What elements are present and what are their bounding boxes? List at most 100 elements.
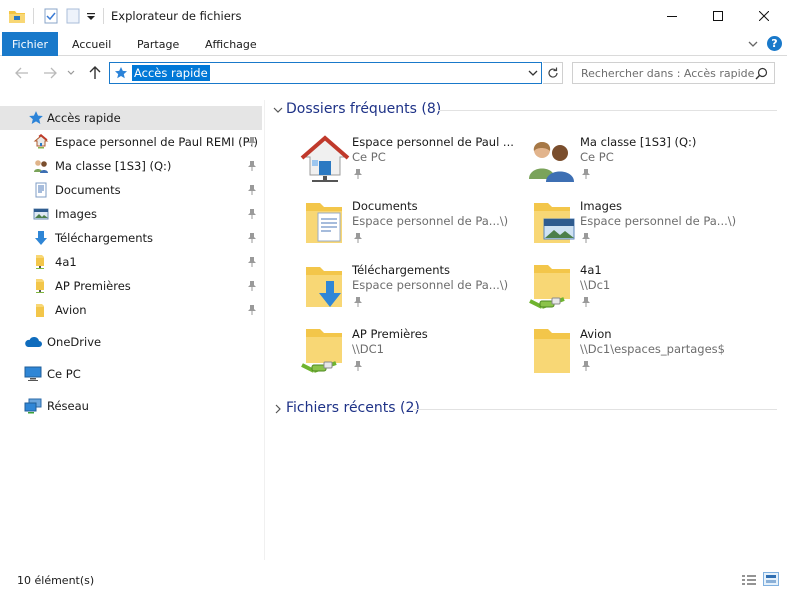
nav-item-images[interactable]: Images xyxy=(0,202,262,226)
maximize-button[interactable] xyxy=(695,0,741,32)
customize-toolbar-icon[interactable] xyxy=(86,8,96,24)
star-icon xyxy=(29,111,43,124)
nav-label: Réseau xyxy=(47,399,89,413)
images-folder-icon xyxy=(534,203,575,243)
pin-icon[interactable] xyxy=(580,360,592,372)
minimize-button[interactable] xyxy=(649,0,695,32)
pane-divider[interactable] xyxy=(264,100,265,560)
documents-folder-icon xyxy=(306,203,342,243)
refresh-button[interactable] xyxy=(543,62,563,84)
images-icon xyxy=(33,208,49,220)
nav-item-ap-premieres[interactable]: AP Premières xyxy=(0,274,262,298)
nav-item-avion[interactable]: Avion xyxy=(0,298,262,322)
details-view-icon xyxy=(742,575,756,585)
pin-icon[interactable] xyxy=(246,304,258,316)
tiles-view-button[interactable] xyxy=(763,572,779,586)
refresh-icon xyxy=(547,67,558,78)
recent-locations-button[interactable] xyxy=(64,64,78,82)
pin-icon[interactable] xyxy=(246,160,258,172)
cloud-icon xyxy=(25,336,42,347)
nav-item-telechargements[interactable]: Téléchargements xyxy=(0,226,262,250)
window-title: Explorateur de fichiers xyxy=(111,9,242,23)
nav-label: AP Premières xyxy=(55,279,131,293)
pin-icon[interactable] xyxy=(246,256,258,268)
nav-item-espace-personnel[interactable]: Espace personnel de Paul REMI (P:) xyxy=(0,130,262,154)
tile-ap-premieres[interactable]: AP Premières \\DC1 xyxy=(298,325,518,385)
close-button[interactable] xyxy=(741,0,787,32)
nav-item-reseau[interactable]: Réseau xyxy=(0,394,262,418)
help-button[interactable]: ? xyxy=(767,36,782,51)
qa-divider xyxy=(33,8,34,24)
pin-icon[interactable] xyxy=(246,136,258,148)
nav-label: OneDrive xyxy=(47,335,102,349)
new-folder-icon[interactable] xyxy=(65,7,81,25)
search-placeholder[interactable]: Rechercher dans : Accès rapide xyxy=(581,67,754,80)
nav-item-documents[interactable]: Documents xyxy=(0,178,262,202)
tab-accueil[interactable]: Accueil xyxy=(72,32,111,56)
tile-images[interactable]: Images Espace personnel de Pa...\) xyxy=(526,197,746,257)
chevron-down-icon[interactable] xyxy=(528,69,538,77)
tile-espace-personnel[interactable]: Espace personnel de Paul ... Ce PC xyxy=(298,133,518,193)
pin-icon[interactable] xyxy=(352,232,364,244)
group-header-frequent[interactable]: Dossiers fréquents (8) xyxy=(286,101,441,117)
download-icon xyxy=(35,231,47,245)
properties-icon[interactable] xyxy=(43,7,59,25)
address-path[interactable]: Accès rapide xyxy=(132,65,210,81)
tile-telechargements[interactable]: Téléchargements Espace personnel de Pa..… xyxy=(298,261,518,321)
tile-location: Ce PC xyxy=(580,150,614,164)
nav-item-ma-classe[interactable]: Ma classe [1S3] (Q:) xyxy=(0,154,262,178)
expand-group-icon[interactable] xyxy=(272,403,284,415)
tile-avion[interactable]: Avion \\Dc1\espaces_partages$ xyxy=(526,325,746,385)
group-separator xyxy=(413,409,777,410)
navigation-pane: Accès rapide Espace personnel de Paul RE… xyxy=(0,100,263,560)
tab-partage[interactable]: Partage xyxy=(137,32,179,56)
nav-item-onedrive[interactable]: OneDrive xyxy=(0,330,262,354)
network-icon xyxy=(24,398,42,414)
pin-icon[interactable] xyxy=(580,232,592,244)
nav-item-4a1[interactable]: 4a1 xyxy=(0,250,262,274)
pin-icon[interactable] xyxy=(580,168,592,180)
nav-item-ce-pc[interactable]: Ce PC xyxy=(0,362,262,386)
pin-icon[interactable] xyxy=(352,168,364,180)
tab-affichage[interactable]: Affichage xyxy=(205,32,257,56)
folder-icon xyxy=(36,304,44,317)
tab-fichier[interactable]: Fichier xyxy=(2,32,58,56)
users-icon xyxy=(529,142,574,182)
tile-name: Espace personnel de Paul ... xyxy=(352,135,514,149)
pin-icon[interactable] xyxy=(352,360,364,372)
back-button[interactable] xyxy=(12,64,32,82)
explorer-folder-icon[interactable] xyxy=(8,7,26,25)
pin-icon[interactable] xyxy=(580,296,592,308)
nav-label: Ma classe [1S3] (Q:) xyxy=(55,159,172,173)
nav-label: Images xyxy=(55,207,98,221)
nav-item-acces-rapide[interactable]: Accès rapide xyxy=(0,106,262,130)
chevron-down-icon xyxy=(67,70,75,75)
documents-icon xyxy=(35,182,47,198)
group-header-recent[interactable]: Fichiers récents (2) xyxy=(286,400,420,416)
tile-4a1[interactable]: 4a1 \\Dc1 xyxy=(526,261,746,321)
downloads-folder-icon xyxy=(306,267,342,307)
group-separator xyxy=(438,110,777,111)
forward-button[interactable] xyxy=(40,64,60,82)
home-network-icon xyxy=(300,135,350,182)
pin-icon[interactable] xyxy=(246,232,258,244)
tile-ma-classe[interactable]: Ma classe [1S3] (Q:) Ce PC xyxy=(526,133,746,193)
tile-location: Ce PC xyxy=(352,150,386,164)
pin-icon[interactable] xyxy=(246,280,258,292)
star-icon xyxy=(115,67,127,79)
status-item-count: 10 élément(s) xyxy=(17,574,95,587)
details-view-button[interactable] xyxy=(741,574,757,586)
up-button[interactable] xyxy=(85,64,105,82)
pin-icon[interactable] xyxy=(352,296,364,308)
search-box[interactable]: Rechercher dans : Accès rapide xyxy=(572,62,775,84)
collapse-group-icon[interactable] xyxy=(272,104,284,116)
network-folder-icon xyxy=(36,279,44,293)
address-bar[interactable]: Accès rapide xyxy=(109,62,542,84)
pin-icon[interactable] xyxy=(246,208,258,220)
search-icon[interactable] xyxy=(755,67,768,80)
pin-icon[interactable] xyxy=(246,184,258,196)
tile-documents[interactable]: Documents Espace personnel de Pa...\) xyxy=(298,197,518,257)
tile-location: \\Dc1\espaces_partages$ xyxy=(580,342,725,356)
tile-name: AP Premières xyxy=(352,327,428,341)
expand-ribbon-icon[interactable] xyxy=(747,38,759,50)
